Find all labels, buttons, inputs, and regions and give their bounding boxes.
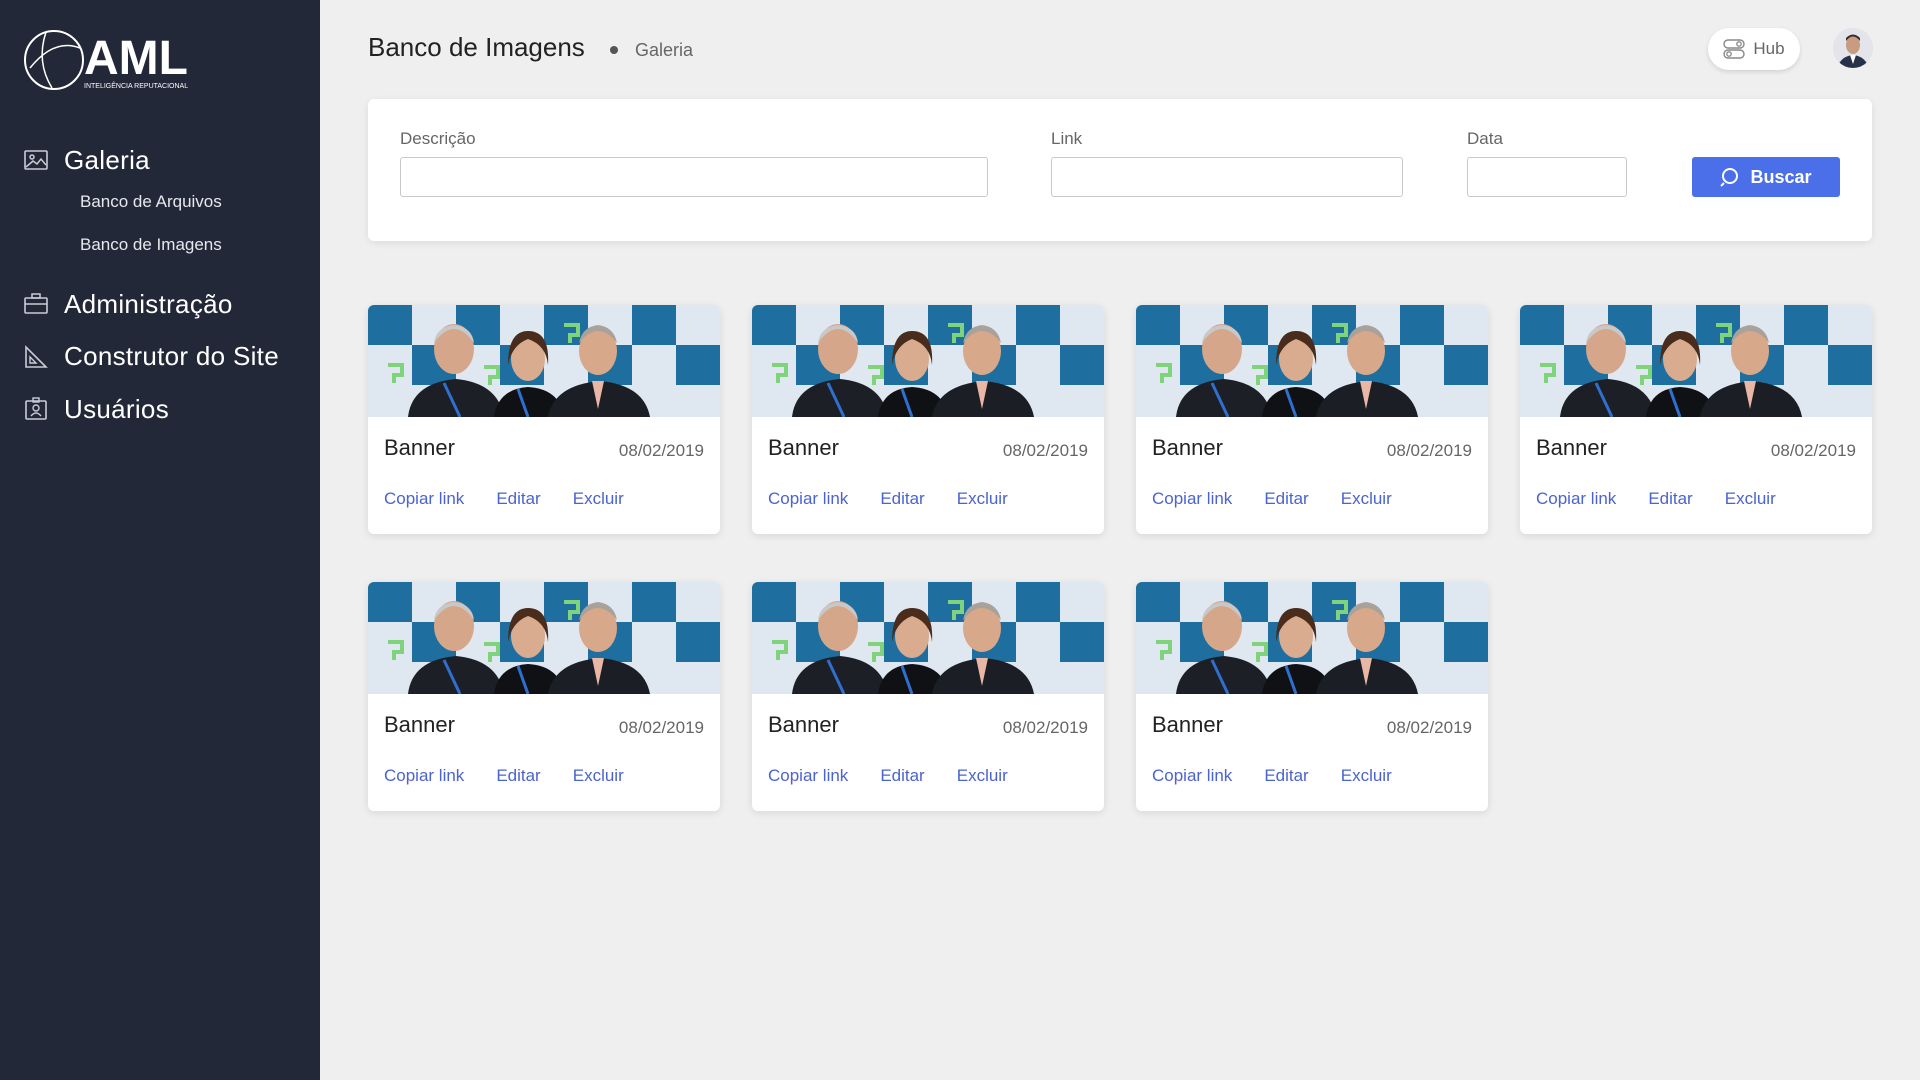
excluir-button[interactable]: Excluir <box>1725 489 1776 509</box>
link-input[interactable] <box>1051 157 1403 197</box>
card-title: Banner <box>1152 712 1223 737</box>
card-date: 08/02/2019 <box>1386 441 1472 460</box>
editar-button[interactable]: Editar <box>1648 489 1692 509</box>
card-date: 08/02/2019 <box>1002 441 1088 460</box>
card-actions: Copiar link Editar Excluir <box>1152 766 1424 786</box>
image-card: Banner 08/02/2019 Copiar link Editar Exc… <box>368 582 720 811</box>
data-label: Data <box>1467 129 1503 148</box>
hub-button[interactable]: Hub <box>1708 28 1800 70</box>
card-date: 08/02/2019 <box>1386 718 1472 737</box>
toggle-icon <box>1723 39 1746 59</box>
copiar-link-button[interactable]: Copiar link <box>1152 766 1232 786</box>
excluir-button[interactable]: Excluir <box>1341 766 1392 786</box>
sidebar-subitem-banco-de-arquivos[interactable]: Banco de Arquivos <box>0 180 320 223</box>
editar-button[interactable]: Editar <box>496 766 540 786</box>
link-label: Link <box>1051 129 1083 148</box>
banner-thumbnail[interactable] <box>1136 305 1488 418</box>
editar-button[interactable]: Editar <box>1264 489 1308 509</box>
sidebar-subitem-banco-de-imagens[interactable]: Banco de Imagens <box>0 223 320 266</box>
card-actions: Copiar link Editar Excluir <box>768 489 1040 509</box>
card-actions: Copiar link Editar Excluir <box>384 766 656 786</box>
image-icon <box>24 148 48 172</box>
descricao-input[interactable] <box>400 157 988 197</box>
banner-thumbnail[interactable] <box>1520 305 1872 418</box>
sidebar-item-galeria[interactable]: Galeria <box>0 140 320 180</box>
sidebar-item-label: Galeria <box>64 144 150 175</box>
banner-thumbnail[interactable] <box>752 582 1104 695</box>
excluir-button[interactable]: Excluir <box>957 766 1008 786</box>
card-title: Banner <box>384 712 455 737</box>
image-card: Banner 08/02/2019 Copiar link Editar Exc… <box>752 305 1104 534</box>
image-card: Banner 08/02/2019 Copiar link Editar Exc… <box>1136 305 1488 534</box>
card-actions: Copiar link Editar Excluir <box>1152 489 1424 509</box>
excluir-button[interactable]: Excluir <box>573 766 624 786</box>
ruler-triangle-icon <box>24 344 48 369</box>
copiar-link-button[interactable]: Copiar link <box>768 489 848 509</box>
sidebar-item-label: Usuários <box>64 393 169 424</box>
logo-text: AML <box>84 32 188 85</box>
excluir-button[interactable]: Excluir <box>573 489 624 509</box>
sidebar-nav: Galeria Banco de Arquivos Banco de Image… <box>0 140 320 435</box>
image-card: Banner 08/02/2019 Copiar link Editar Exc… <box>1520 305 1872 534</box>
copiar-link-button[interactable]: Copiar link <box>384 766 464 786</box>
buscar-button[interactable]: Buscar <box>1692 157 1840 197</box>
card-title: Banner <box>384 435 455 460</box>
banner-thumbnail[interactable] <box>368 582 720 695</box>
copiar-link-button[interactable]: Copiar link <box>384 489 464 509</box>
avatar[interactable] <box>1833 28 1873 68</box>
logo-tagline: INTELIGÊNCIA REPUTACIONAL <box>84 81 188 90</box>
page-title: Banco de Imagens <box>368 32 585 62</box>
image-card: Banner 08/02/2019 Copiar link Editar Exc… <box>1136 582 1488 811</box>
descricao-label: Descrição <box>400 129 476 148</box>
data-input[interactable] <box>1467 157 1627 197</box>
excluir-button[interactable]: Excluir <box>957 489 1008 509</box>
hub-label: Hub <box>1753 39 1785 58</box>
editar-button[interactable]: Editar <box>880 489 924 509</box>
card-date: 08/02/2019 <box>1002 718 1088 737</box>
editar-button[interactable]: Editar <box>1264 766 1308 786</box>
editar-button[interactable]: Editar <box>880 766 924 786</box>
breadcrumb-separator <box>610 46 618 54</box>
card-date: 08/02/2019 <box>618 718 704 737</box>
banner-thumbnail[interactable] <box>1136 582 1488 695</box>
card-date: 08/02/2019 <box>1770 441 1856 460</box>
banner-thumbnail[interactable] <box>368 305 720 418</box>
breadcrumb[interactable]: Galeria <box>635 40 693 61</box>
card-date: 08/02/2019 <box>618 441 704 460</box>
sidebar-item-label: Construtor do Site <box>64 341 279 371</box>
aml-logo[interactable]: AML INTELIGÊNCIA REPUTACIONAL <box>24 28 204 92</box>
sidebar: AML INTELIGÊNCIA REPUTACIONAL Galeria Ba… <box>0 0 320 1080</box>
search-panel: Descrição Link Data Buscar <box>368 99 1872 241</box>
card-actions: Copiar link Editar Excluir <box>384 489 656 509</box>
card-actions: Copiar link Editar Excluir <box>768 766 1040 786</box>
sidebar-item-label: Administração <box>64 288 233 319</box>
card-title: Banner <box>1536 435 1607 460</box>
card-title: Banner <box>1152 435 1223 460</box>
image-card: Banner 08/02/2019 Copiar link Editar Exc… <box>368 305 720 534</box>
sidebar-item-usuarios[interactable]: Usuários <box>0 383 320 435</box>
sidebar-item-administracao[interactable]: Administração <box>0 278 320 330</box>
image-card: Banner 08/02/2019 Copiar link Editar Exc… <box>752 582 1104 811</box>
search-icon <box>1720 168 1739 187</box>
copiar-link-button[interactable]: Copiar link <box>1152 489 1232 509</box>
card-title: Banner <box>768 712 839 737</box>
sidebar-item-construtor-do-site[interactable]: Construtor do Site <box>0 330 320 383</box>
buscar-label: Buscar <box>1750 166 1812 187</box>
id-badge-icon <box>24 397 48 421</box>
card-actions: Copiar link Editar Excluir <box>1536 489 1808 509</box>
card-title: Banner <box>768 435 839 460</box>
copiar-link-button[interactable]: Copiar link <box>1536 489 1616 509</box>
excluir-button[interactable]: Excluir <box>1341 489 1392 509</box>
briefcase-icon <box>24 292 48 316</box>
editar-button[interactable]: Editar <box>496 489 540 509</box>
banner-thumbnail[interactable] <box>752 305 1104 418</box>
copiar-link-button[interactable]: Copiar link <box>768 766 848 786</box>
